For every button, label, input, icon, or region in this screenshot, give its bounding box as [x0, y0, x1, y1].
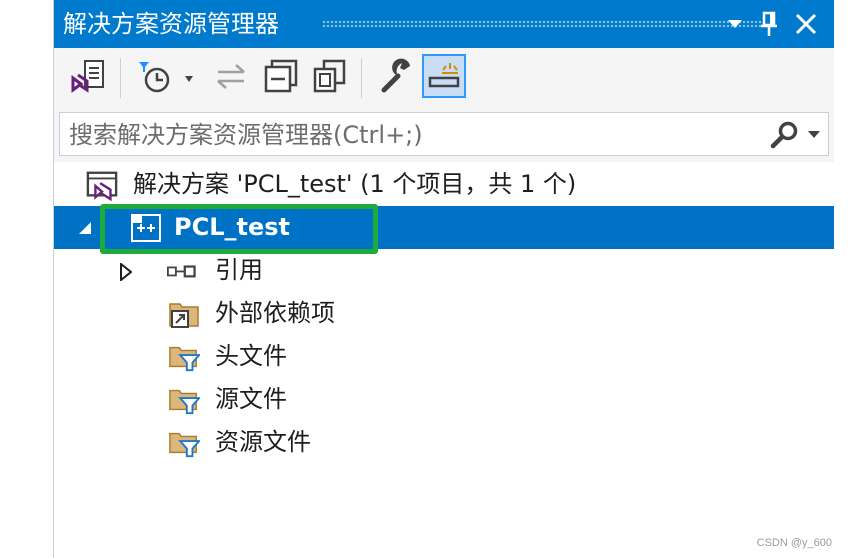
window-position-dropdown-button[interactable]: [720, 8, 750, 40]
references-icon: [167, 265, 196, 278]
tree-item-label: 资源文件: [215, 428, 311, 456]
show-all-files-button[interactable]: [308, 54, 352, 98]
tree-item-source-files[interactable]: 源文件: [54, 378, 834, 421]
tree-item-external-dependencies[interactable]: 外部依赖项: [54, 292, 834, 335]
tree-item-references[interactable]: 引用: [54, 249, 834, 292]
tree-item-label: 引用: [215, 256, 263, 284]
show-all-files-icon: [313, 59, 346, 93]
close-icon: [795, 13, 817, 35]
search-options-chevron-down-icon[interactable]: [808, 131, 820, 139]
properties-wrench-icon: [381, 58, 410, 93]
search-placeholder: 搜索解决方案资源管理器(Ctrl+;): [69, 121, 423, 149]
watermark-text: CSDN @y_600: [756, 537, 832, 549]
search-icon[interactable]: [770, 120, 800, 150]
external-dependencies-icon: [169, 303, 199, 328]
filter-folder-icon: [169, 389, 200, 415]
tree-item-header-files[interactable]: 头文件: [54, 335, 834, 378]
tree-item-label: 解决方案 'PCL_test' (1 个项目，共 1 个): [133, 170, 577, 198]
panel-title: 解决方案资源管理器: [63, 10, 279, 38]
tree-item-resource-files[interactable]: 资源文件: [54, 421, 834, 464]
title-grip[interactable]: [322, 20, 762, 28]
collapse-all-button[interactable]: [259, 54, 303, 98]
collapsed-arrow-icon[interactable]: [120, 263, 132, 281]
filter-folder-icon: [169, 432, 200, 458]
collapse-all-icon: [264, 59, 298, 93]
solution-tree: 解决方案 'PCL_test' (1 个项目，共 1 个) PCL_test 引…: [54, 162, 834, 558]
title-bar[interactable]: 解决方案资源管理器: [54, 0, 834, 48]
pending-changes-filter-icon: [139, 62, 193, 93]
filter-folder-icon: [169, 346, 200, 372]
pending-changes-filter-button[interactable]: [132, 54, 202, 98]
toolbar-separator: [120, 58, 121, 98]
vs-solution-view-button[interactable]: [66, 54, 110, 98]
solution-icon: [86, 171, 118, 201]
auto-hide-pin-button[interactable]: [754, 8, 784, 40]
sync-with-active-document-icon: [217, 64, 245, 89]
toolbar-separator: [361, 58, 362, 98]
preview-selected-items-icon: [428, 63, 460, 88]
expanded-arrow-icon[interactable]: [78, 221, 92, 235]
sync-with-active-document-button: [209, 54, 253, 98]
close-button[interactable]: [790, 8, 822, 40]
tree-item-label: 外部依赖项: [215, 299, 335, 327]
solution-explorer-panel: 解决方案资源管理器 搜索解决方案资源管理器(Ctrl+;) 解决方案 'PCL_…: [53, 0, 834, 558]
vs-solution-view-icon: [71, 60, 104, 93]
chevron-down-icon: [728, 20, 742, 28]
preview-selected-items-button[interactable]: [422, 54, 466, 98]
pin-icon: [761, 11, 777, 36]
properties-button[interactable]: [374, 54, 418, 98]
toolbar: [54, 48, 834, 110]
tree-item-label: 头文件: [215, 342, 287, 370]
search-box[interactable]: 搜索解决方案资源管理器(Ctrl+;): [59, 112, 829, 156]
tree-item-label: 源文件: [215, 385, 287, 413]
annotation-highlight-frame: [100, 204, 378, 254]
tree-item-solution[interactable]: 解决方案 'PCL_test' (1 个项目，共 1 个): [54, 163, 834, 206]
